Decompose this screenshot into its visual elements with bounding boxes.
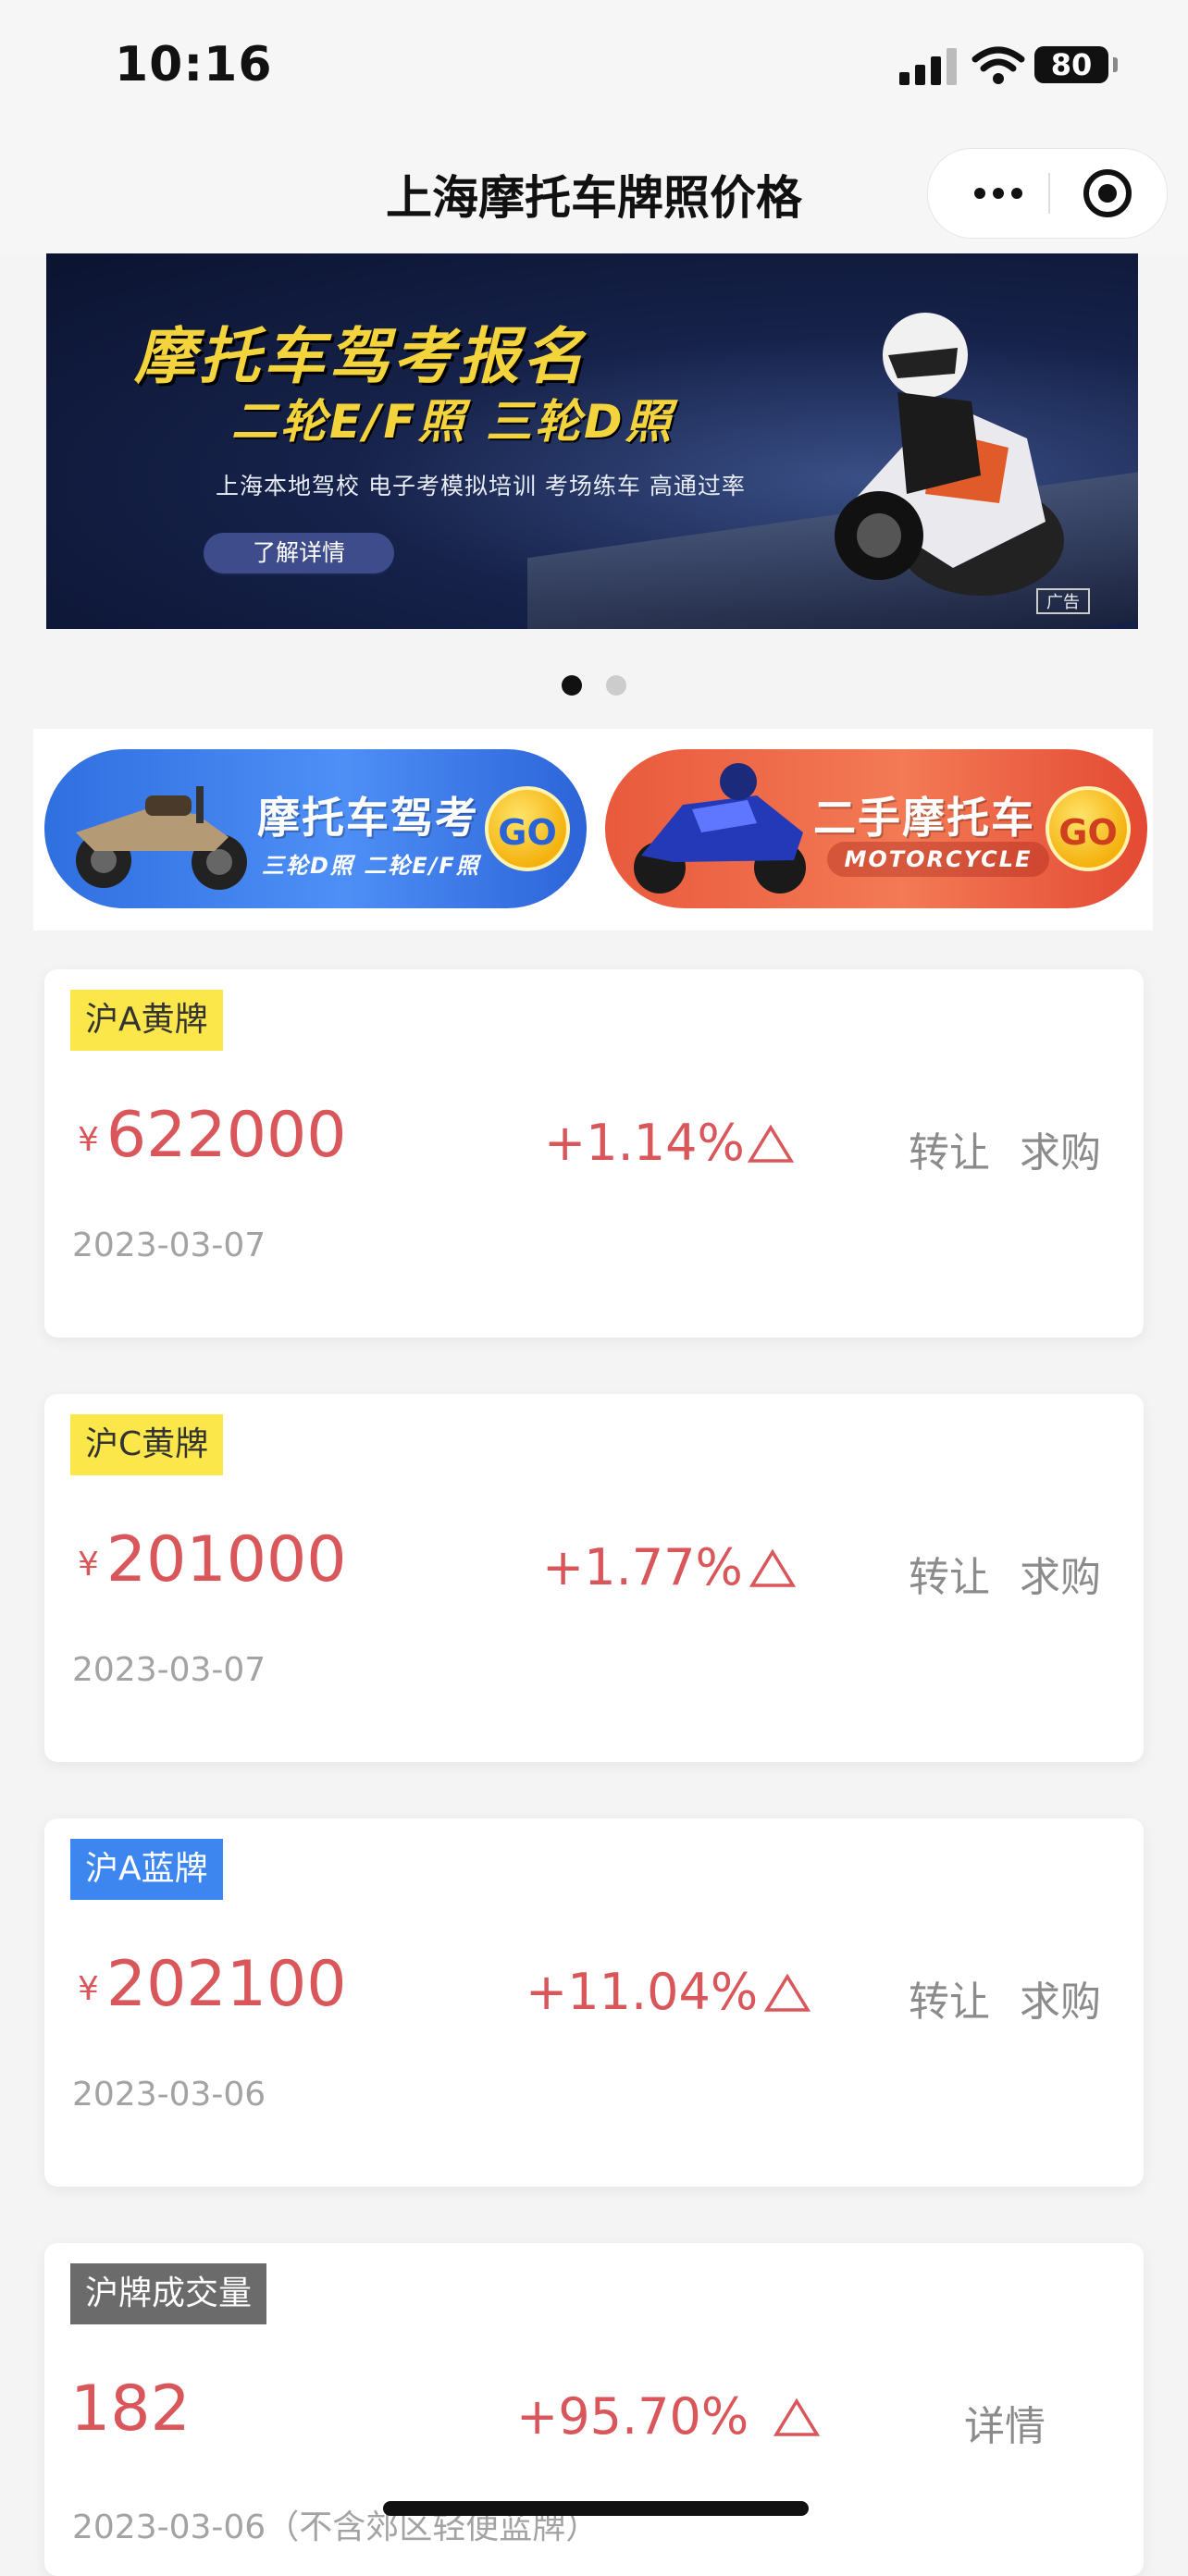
volume-card[interactable]: 沪牌成交量 182 +95.70% 详情 2023-03-06（不含郊区轻便蓝牌… [44,2243,1144,2576]
price-card-hu-c-yellow[interactable]: 沪C黄牌 ¥201000 +1.77% 转让 求购 2023-03-07 [44,1394,1144,1762]
entry-subtitle: 三轮D照 二轮E/F照 [262,853,480,879]
price-value: 622000 [105,1099,347,1172]
wifi-icon [971,46,1025,84]
quick-entries: 摩托车驾考 三轮D照 二轮E/F照 GO 二手摩托车 MOTORCYCLE GO [33,729,1153,931]
currency-symbol: ¥ [78,1121,99,1159]
price-date: 2023-03-06 [72,2076,266,2114]
used-motorcycle-entry[interactable]: 二手摩托车 MOTORCYCLE GO [605,749,1147,908]
transfer-link[interactable]: 转让 [909,1119,990,1178]
carousel-indicator [0,675,1188,696]
close-target-icon[interactable] [1083,169,1132,217]
price-value: 201000 [105,1523,347,1596]
banner-details-button[interactable]: 了解详情 [204,533,394,573]
buy-request-link[interactable]: 求购 [1020,1968,1101,2028]
price: ¥622000 [78,1099,347,1172]
plate-tag: 沪牌成交量 [70,2263,267,2324]
home-indicator[interactable] [383,2501,809,2516]
price: ¥202100 [78,1948,347,2021]
details-link[interactable]: 详情 [964,2393,1046,2452]
go-badge: GO [485,786,570,871]
transfer-link[interactable]: 转让 [909,1968,990,2028]
change-percent: +11.04% [526,1963,759,2021]
miniprogram-capsule [927,148,1168,239]
nav-bar: 上海摩托车牌照价格 [0,139,1188,254]
price-card-hu-a-yellow[interactable]: 沪A黄牌 ¥622000 +1.14% 转让 求购 2023-03-07 [44,969,1144,1337]
change-percent: +1.77% [542,1538,743,1596]
status-time: 10:16 [115,37,273,92]
motorcycle-driving-test-entry[interactable]: 摩托车驾考 三轮D照 二轮E/F照 GO [44,749,587,908]
volume-value: 182 [70,2373,191,2446]
banner-subtitle: 二轮E/F照 三轮D照 [231,395,674,449]
carousel-dot[interactable] [606,675,626,696]
transfer-link[interactable]: 转让 [909,1544,990,1603]
price-date: 2023-03-07 [72,1651,266,1689]
ad-banner[interactable]: 摩托车驾考报名 二轮E/F照 三轮D照 上海本地驾校 电子考模拟培训 考场练车 … [46,253,1138,629]
ad-label: 广告 [1036,588,1090,614]
change-percent: +95.70% [516,2387,749,2446]
sport-motorcycle-image [634,763,806,894]
change-percent: +1.14% [544,1114,745,1172]
sidecar-motorcycle-image [76,786,247,890]
currency-symbol: ¥ [78,1970,99,2008]
entry-title: 二手摩托车 [813,793,1035,843]
price: ¥201000 [78,1523,347,1596]
signal-icon [899,48,957,85]
battery-indicator: 80 [1034,46,1118,83]
banner-title: 摩托车驾考报名 [134,321,588,392]
price-value: 202100 [105,1948,347,2021]
entry-subtitle: MOTORCYCLE [827,842,1049,877]
capsule-divider [1048,173,1050,214]
plate-tag: 沪A黄牌 [70,990,223,1051]
volume: 182 [70,2373,191,2446]
more-icon[interactable] [961,149,1035,238]
currency-symbol: ¥ [78,1546,99,1584]
entry-title: 摩托车驾考 [257,793,479,843]
plate-tag: 沪C黄牌 [70,1414,224,1475]
buy-request-link[interactable]: 求购 [1020,1544,1101,1603]
plate-tag: 沪A蓝牌 [70,1839,223,1900]
status-bar: 10:16 80 [0,0,1188,139]
buy-request-link[interactable]: 求购 [1020,1119,1101,1178]
go-badge: GO [1046,786,1131,871]
banner-description: 上海本地驾校 电子考模拟培训 考场练车 高通过率 [216,473,746,499]
motorcycle-rider-image [835,313,1064,596]
price-date: 2023-03-07 [72,1226,266,1264]
carousel-dot-active[interactable] [562,675,582,696]
price-card-hu-a-blue[interactable]: 沪A蓝牌 ¥202100 +11.04% 转让 求购 2023-03-06 [44,1818,1144,2187]
